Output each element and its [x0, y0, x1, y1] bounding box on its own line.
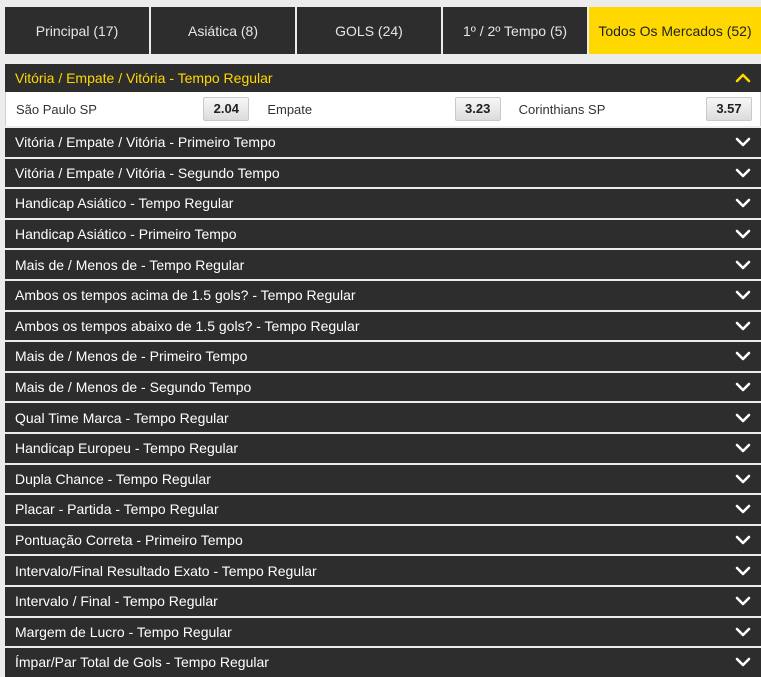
market-row[interactable]: Mais de / Menos de - Segundo Tempo [5, 372, 761, 402]
market-label: Mais de / Menos de - Tempo Regular [15, 256, 245, 273]
market-label: Qual Time Marca - Tempo Regular [15, 409, 229, 426]
market-label: Dupla Chance - Tempo Regular [15, 470, 211, 487]
market-header-open[interactable]: Vitória / Empate / Vitória - Tempo Regul… [5, 64, 761, 92]
market-row[interactable]: Dupla Chance - Tempo Regular [5, 464, 761, 494]
market-label: Vitória / Empate / Vitória - Segundo Tem… [15, 164, 280, 181]
market-label: Handicap Asiático - Tempo Regular [15, 195, 234, 212]
chevron-down-icon[interactable] [735, 381, 751, 393]
market-row[interactable]: Handicap Asiático - Primeiro Tempo [5, 219, 761, 249]
chevron-down-icon[interactable] [735, 473, 751, 485]
chevron-down-icon[interactable] [735, 656, 751, 668]
market-label: Margem de Lucro - Tempo Regular [15, 623, 232, 640]
market-label: Mais de / Menos de - Segundo Tempo [15, 379, 252, 396]
odd-home[interactable]: São Paulo SP 2.04 [6, 92, 257, 126]
market-row[interactable]: Ambos os tempos acima de 1.5 gols? - Tem… [5, 280, 761, 310]
chevron-down-icon[interactable] [735, 197, 751, 209]
chevron-down-icon[interactable] [735, 565, 751, 577]
outcome-label: Corinthians SP [518, 101, 606, 117]
market-row[interactable]: Intervalo/Final Resultado Exato - Tempo … [5, 556, 761, 585]
market-label: Handicap Asiático - Primeiro Tempo [15, 226, 237, 243]
odd-value[interactable]: 2.04 [203, 97, 250, 121]
market-label: Ambos os tempos acima de 1.5 gols? - Tem… [15, 287, 356, 304]
market-label: Ímpar/Par Total de Gols - Tempo Regular [15, 654, 269, 671]
market-list: Vitória / Empate / Vitória - Primeiro Te… [5, 128, 761, 677]
odd-value[interactable]: 3.57 [705, 97, 752, 121]
chevron-down-icon[interactable] [735, 412, 751, 424]
tab-principal[interactable]: Principal (17) [5, 7, 151, 54]
chevron-down-icon[interactable] [735, 259, 751, 271]
market-row[interactable]: Vitória / Empate / Vitória - Segundo Tem… [5, 158, 761, 188]
market-row[interactable]: Margem de Lucro - Tempo Regular [5, 617, 761, 647]
market-row[interactable]: Vitória / Empate / Vitória - Primeiro Te… [5, 128, 761, 157]
market-label: Placar - Partida - Tempo Regular [15, 501, 219, 518]
market-label: Intervalo / Final - Tempo Regular [15, 593, 218, 610]
chevron-down-icon[interactable] [735, 136, 751, 148]
market-row[interactable]: Mais de / Menos de - Primeiro Tempo [5, 342, 761, 371]
market-row[interactable]: Handicap Europeu - Tempo Regular [5, 433, 761, 463]
chevron-down-icon[interactable] [735, 289, 751, 301]
market-row[interactable]: Pontuação Correta - Primeiro Tempo [5, 525, 761, 555]
odd-value[interactable]: 3.23 [454, 97, 501, 121]
outcome-label: Empate [267, 101, 313, 117]
tab-todos-mercados[interactable]: Todos Os Mercados (52) [589, 7, 761, 54]
chevron-down-icon[interactable] [735, 595, 751, 607]
odd-draw[interactable]: Empate 3.23 [257, 92, 508, 126]
markets-panel: Principal (17) Asiática (8) GOLS (24) 1º… [5, 7, 761, 677]
market-label: Vitória / Empate / Vitória - Primeiro Te… [15, 134, 276, 151]
market-label: Ambos os tempos abaixo de 1.5 gols? - Te… [15, 317, 360, 334]
tab-asiatica[interactable]: Asiática (8) [151, 7, 297, 54]
market-tabs: Principal (17) Asiática (8) GOLS (24) 1º… [5, 7, 761, 54]
market-row[interactable]: Ambos os tempos abaixo de 1.5 gols? - Te… [5, 311, 761, 341]
market-title: Vitória / Empate / Vitória - Tempo Regul… [15, 70, 273, 86]
market-row[interactable]: Ímpar/Par Total de Gols - Tempo Regular [5, 648, 761, 677]
outcome-label: São Paulo SP [16, 101, 97, 117]
market-row[interactable]: Intervalo / Final - Tempo Regular [5, 586, 761, 616]
odds-row: São Paulo SP 2.04 Empate 3.23 Corinthian… [5, 92, 761, 126]
tab-gols[interactable]: GOLS (24) [297, 7, 443, 54]
market-row[interactable]: Qual Time Marca - Tempo Regular [5, 403, 761, 432]
market-label: Mais de / Menos de - Primeiro Tempo [15, 348, 248, 365]
chevron-down-icon[interactable] [735, 503, 751, 515]
market-row[interactable]: Mais de / Menos de - Tempo Regular [5, 250, 761, 279]
chevron-down-icon[interactable] [735, 320, 751, 332]
chevron-up-icon[interactable] [735, 72, 751, 84]
chevron-down-icon[interactable] [735, 167, 751, 179]
market-label: Pontuação Correta - Primeiro Tempo [15, 532, 243, 549]
chevron-down-icon[interactable] [735, 534, 751, 546]
chevron-down-icon[interactable] [735, 350, 751, 362]
market-row[interactable]: Placar - Partida - Tempo Regular [5, 495, 761, 524]
chevron-down-icon[interactable] [735, 626, 751, 638]
chevron-down-icon[interactable] [735, 442, 751, 454]
tab-tempo[interactable]: 1º / 2º Tempo (5) [443, 7, 589, 54]
market-row[interactable]: Handicap Asiático - Tempo Regular [5, 189, 761, 218]
market-label: Handicap Europeu - Tempo Regular [15, 440, 239, 457]
odd-away[interactable]: Corinthians SP 3.57 [509, 92, 760, 126]
market-label: Intervalo/Final Resultado Exato - Tempo … [15, 562, 317, 579]
chevron-down-icon[interactable] [735, 228, 751, 240]
